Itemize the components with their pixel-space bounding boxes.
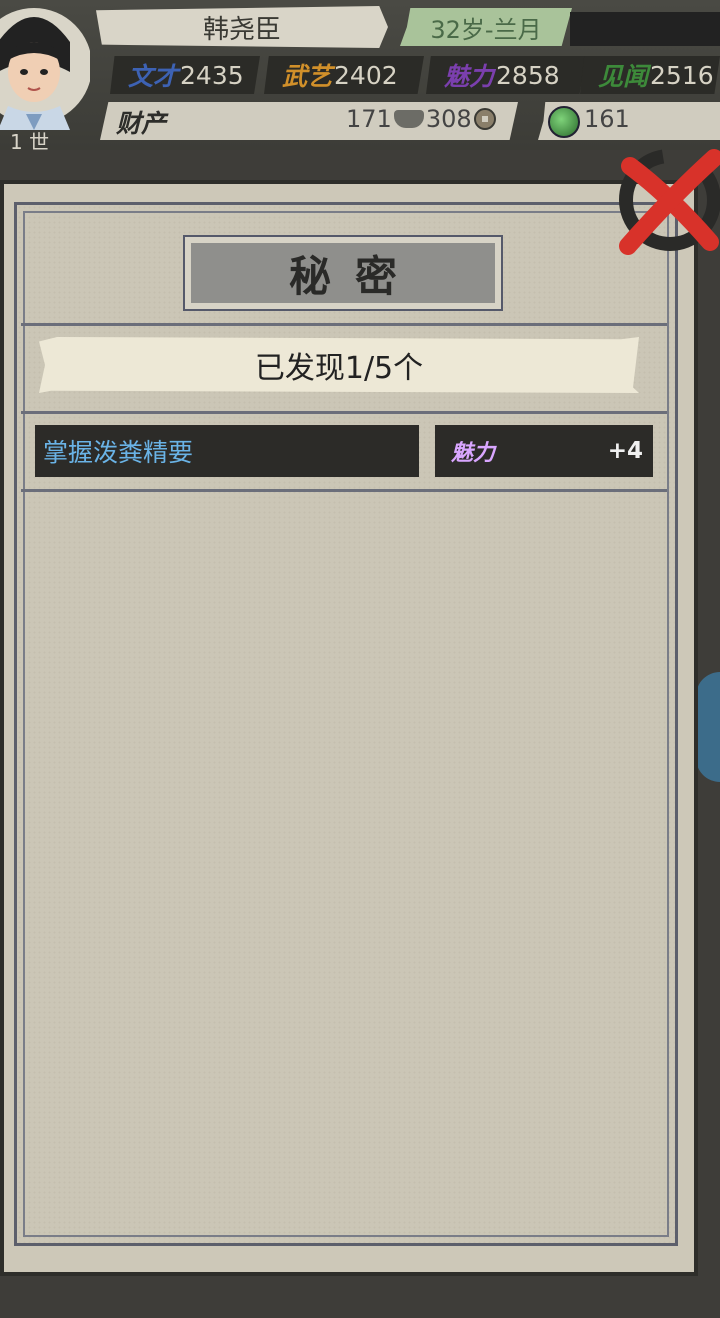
secret-name-row[interactable]: 掌握泼粪精要 — [35, 425, 419, 477]
coin-value: 308 — [425, 105, 472, 133]
stat-value: 2858 — [496, 60, 560, 90]
stat-label: 武艺 — [282, 62, 333, 91]
modal-title: 秘密 — [288, 251, 421, 301]
copper-coin-icon — [473, 108, 496, 130]
stat-label: 见闻 — [598, 62, 649, 91]
top-right-panel — [570, 12, 720, 46]
stat-value: 2516 — [650, 60, 714, 90]
stat-label: 魅力 — [444, 62, 495, 91]
divider — [21, 411, 667, 414]
close-icon[interactable] — [610, 138, 720, 256]
stat-value: 2435 — [180, 60, 244, 90]
bonus-stat-label: 魅力 — [451, 440, 496, 466]
player-avatar[interactable] — [0, 2, 90, 130]
stat-value: 2402 — [334, 60, 398, 90]
wealth-values: 171 308 — [346, 105, 496, 133]
stat-wencai: 文才 2435 — [110, 56, 260, 94]
divider — [21, 489, 667, 492]
secrets-modal: 秘密 已发现1/5个 掌握泼粪精要 魅力 +4 — [0, 180, 698, 1276]
title-frame: 秘密 — [183, 235, 503, 311]
title-box: 秘密 — [191, 243, 495, 303]
found-count-banner: 已发现1/5个 — [39, 337, 639, 393]
jade-value: 161 — [584, 105, 630, 133]
stat-wuyi: 武艺 2402 — [264, 56, 424, 94]
wealth-row: 财产 171 308 161 — [100, 100, 720, 142]
wealth-label: 财产 — [116, 109, 167, 138]
status-bar: 1 世 韩尧臣 32岁-兰月 文才 2435 武艺 2402 魅力 2858 见… — [0, 0, 720, 154]
jade-icon — [548, 106, 580, 138]
silver-ingot-icon — [393, 110, 424, 128]
stats-row: 文才 2435 武艺 2402 魅力 2858 见闻 2516 — [100, 56, 720, 96]
bonus-value: +4 — [607, 438, 643, 464]
stat-meili: 魅力 2858 — [426, 56, 586, 94]
divider — [21, 323, 667, 326]
modal-paper: 秘密 已发现1/5个 掌握泼粪精要 魅力 +4 — [14, 202, 678, 1246]
stat-jianwen: 见闻 2516 — [580, 56, 720, 94]
silver-value: 171 — [346, 105, 392, 133]
player-age: 32岁-兰月 — [400, 8, 572, 46]
player-name: 韩尧臣 — [96, 6, 388, 48]
secret-bonus-row: 魅力 +4 — [435, 425, 653, 477]
side-decoration — [696, 672, 720, 782]
stat-label: 文才 — [128, 62, 179, 91]
